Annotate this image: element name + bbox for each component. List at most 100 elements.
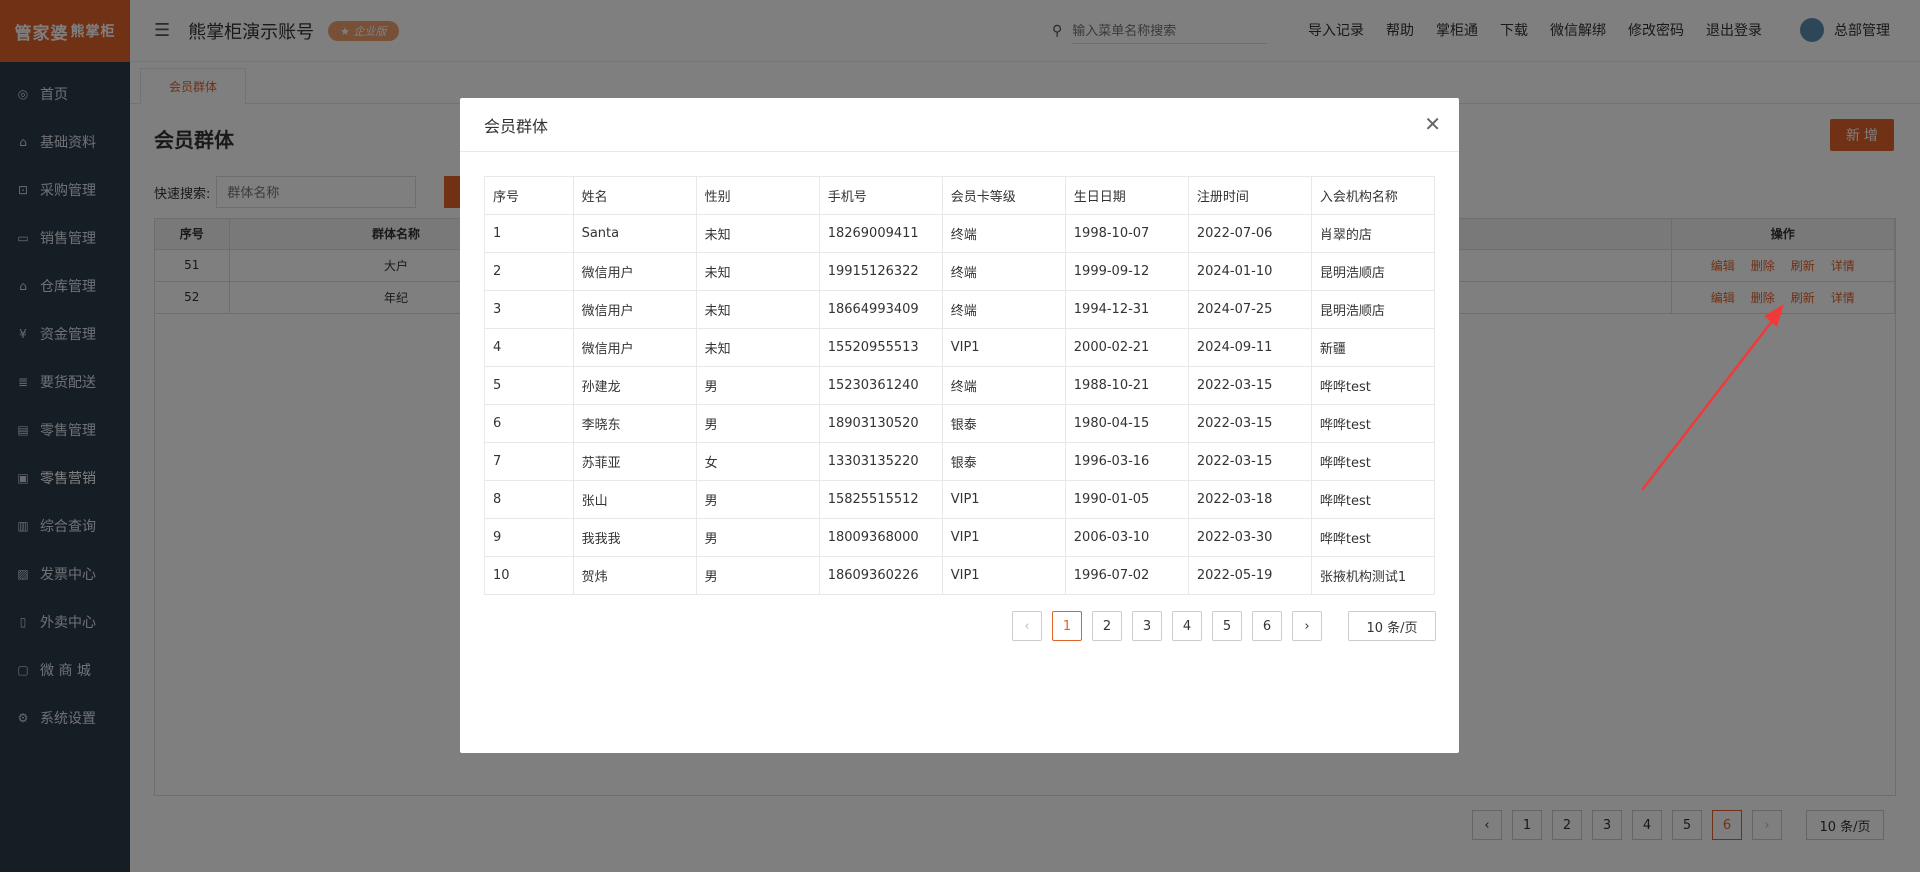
table-cell: 昆明浩顺店 bbox=[1311, 290, 1436, 329]
page-size-select[interactable]: 10 条/页 bbox=[1348, 611, 1436, 641]
table-cell: 男 bbox=[696, 518, 820, 557]
table-cell: 2022-03-18 bbox=[1188, 480, 1312, 519]
table-cell: 苏菲亚 bbox=[573, 442, 697, 481]
table-cell: 未知 bbox=[696, 214, 820, 253]
table-cell: 银泰 bbox=[942, 442, 1066, 481]
table-row: 9 我我我男 18009368000 VIP1 2006-03-10 2022-03-30… bbox=[484, 518, 1436, 557]
col-header: 姓名 bbox=[573, 176, 697, 215]
table-row: 8 张山男 15825515512 VIP1 1990-01-05 2022-03-18 哗… bbox=[484, 480, 1436, 519]
table-cell: 2006-03-10 bbox=[1065, 518, 1189, 557]
table-cell: VIP1 bbox=[942, 480, 1066, 519]
page-button[interactable]: 4 bbox=[1172, 611, 1202, 641]
table-cell: 肖翠的店 bbox=[1311, 214, 1436, 253]
table-row: 6 李晓东男 18903130520 银泰 1980-04-15 2022-03-15 哗哗… bbox=[484, 404, 1436, 443]
table-cell: 19915126322 bbox=[819, 252, 943, 291]
member-group-dialog: 会员群体 ✕ 序号 姓名 性别 手机号 会员卡等级 生日日期 注册时间 入会机构名称 1 San… bbox=[460, 98, 1459, 753]
table-cell: 男 bbox=[696, 366, 820, 405]
table-cell: 男 bbox=[696, 480, 820, 519]
table-cell: 哗哗test bbox=[1311, 442, 1436, 481]
close-icon[interactable]: ✕ bbox=[1424, 114, 1441, 134]
table-cell: 微信用户 bbox=[573, 290, 697, 329]
table-cell: 银泰 bbox=[942, 404, 1066, 443]
table-cell: 13303135220 bbox=[819, 442, 943, 481]
table-cell: 1999-09-12 bbox=[1065, 252, 1189, 291]
table-cell: 未知 bbox=[696, 328, 820, 367]
table-cell: VIP1 bbox=[942, 518, 1066, 557]
table-cell: 哗哗test bbox=[1311, 366, 1436, 405]
arrow-head bbox=[1764, 304, 1784, 327]
col-header: 序号 bbox=[484, 176, 574, 215]
col-header: 性别 bbox=[696, 176, 820, 215]
table-row: 5 孙建龙男 15230361240 终端 1988-10-21 2022-03-15 哗哗… bbox=[484, 366, 1436, 405]
table-cell: 5 bbox=[484, 366, 574, 405]
table-cell: 4 bbox=[484, 328, 574, 367]
table-cell: 终端 bbox=[942, 366, 1066, 405]
table-cell: 1988-10-21 bbox=[1065, 366, 1189, 405]
table-cell: 我我我 bbox=[573, 518, 697, 557]
page-button[interactable]: 5 bbox=[1212, 611, 1242, 641]
col-header: 注册时间 bbox=[1188, 176, 1312, 215]
table-cell: 2024-07-25 bbox=[1188, 290, 1312, 329]
page-button[interactable]: 3 bbox=[1132, 611, 1162, 641]
table-cell: 终端 bbox=[942, 214, 1066, 253]
table-cell: VIP1 bbox=[942, 556, 1066, 595]
table-cell: 终端 bbox=[942, 290, 1066, 329]
table-cell: 2022-03-30 bbox=[1188, 518, 1312, 557]
prev-page-button[interactable]: ‹ bbox=[1012, 611, 1042, 641]
table-cell: 18903130520 bbox=[819, 404, 943, 443]
table-cell: 女 bbox=[696, 442, 820, 481]
table-row: 3 微信用户 未知 18664993409 终端 1994-12-31 2024-07-25… bbox=[484, 290, 1436, 329]
table-cell: 2022-03-15 bbox=[1188, 404, 1312, 443]
table-cell: 1990-01-05 bbox=[1065, 480, 1189, 519]
table-cell: 张掖机构测试1 bbox=[1311, 556, 1436, 595]
table-cell: 张山 bbox=[573, 480, 697, 519]
page-button[interactable]: 1 bbox=[1052, 611, 1082, 641]
table-cell: 哗哗test bbox=[1311, 480, 1436, 519]
table-cell: 15520955513 bbox=[819, 328, 943, 367]
table-cell: 贺炜 bbox=[573, 556, 697, 595]
table-cell: 哗哗test bbox=[1311, 404, 1436, 443]
table-cell: 1998-10-07 bbox=[1065, 214, 1189, 253]
col-header: 手机号 bbox=[819, 176, 943, 215]
table-cell: 10 bbox=[484, 556, 574, 595]
table-cell: 8 bbox=[484, 480, 574, 519]
table-cell: 18269009411 bbox=[819, 214, 943, 253]
table-cell: 孙建龙 bbox=[573, 366, 697, 405]
table-cell: 男 bbox=[696, 404, 820, 443]
col-header: 生日日期 bbox=[1065, 176, 1189, 215]
next-page-button[interactable]: › bbox=[1292, 611, 1322, 641]
table-row: 2 微信用户 未知 19915126322 终端 1999-09-12 2024-01-10… bbox=[484, 252, 1436, 291]
table-cell: 未知 bbox=[696, 252, 820, 291]
table-cell: 1996-03-16 bbox=[1065, 442, 1189, 481]
table-cell: 15825515512 bbox=[819, 480, 943, 519]
table-cell: 1 bbox=[484, 214, 574, 253]
table-cell: 2022-07-06 bbox=[1188, 214, 1312, 253]
table-cell: VIP1 bbox=[942, 328, 1066, 367]
table-cell: 未知 bbox=[696, 290, 820, 329]
table-row: 4 微信用户 未知 15520955513 VIP1 2000-02-21 2024-09-… bbox=[484, 328, 1436, 367]
table-cell: 9 bbox=[484, 518, 574, 557]
table-row: 7 苏菲亚女 13303135220 银泰 1996-03-16 2022-03-15 哗哗… bbox=[484, 442, 1436, 481]
table-cell: 2024-01-10 bbox=[1188, 252, 1312, 291]
table-row: 10 贺炜男 18609360226 VIP1 1996-07-02 2022-05-19… bbox=[484, 556, 1436, 595]
table-cell: 15230361240 bbox=[819, 366, 943, 405]
table-cell: 3 bbox=[484, 290, 574, 329]
table-cell: 18009368000 bbox=[819, 518, 943, 557]
table-cell: 微信用户 bbox=[573, 328, 697, 367]
col-header: 会员卡等级 bbox=[942, 176, 1066, 215]
col-header: 入会机构名称 bbox=[1311, 176, 1436, 215]
table-cell: 2024-09-11 bbox=[1188, 328, 1312, 367]
dialog-header: 会员群体 ✕ bbox=[460, 98, 1459, 152]
table-cell: 1996-07-02 bbox=[1065, 556, 1189, 595]
table-cell: 2 bbox=[484, 252, 574, 291]
table-cell: 2022-03-15 bbox=[1188, 442, 1312, 481]
page-button[interactable]: 2 bbox=[1092, 611, 1122, 641]
table-cell: 微信用户 bbox=[573, 252, 697, 291]
member-table: 序号 姓名 性别 手机号 会员卡等级 生日日期 注册时间 入会机构名称 1 Santa 未知 182… bbox=[484, 176, 1436, 595]
table-cell: 2022-05-19 bbox=[1188, 556, 1312, 595]
dialog-pagination: ‹ 1 2 3 4 5 6 › 10 条/页 bbox=[1012, 611, 1436, 641]
table-cell: 哗哗test bbox=[1311, 518, 1436, 557]
dialog-title: 会员群体 bbox=[484, 116, 549, 136]
page-button[interactable]: 6 bbox=[1252, 611, 1282, 641]
table-cell: 18609360226 bbox=[819, 556, 943, 595]
